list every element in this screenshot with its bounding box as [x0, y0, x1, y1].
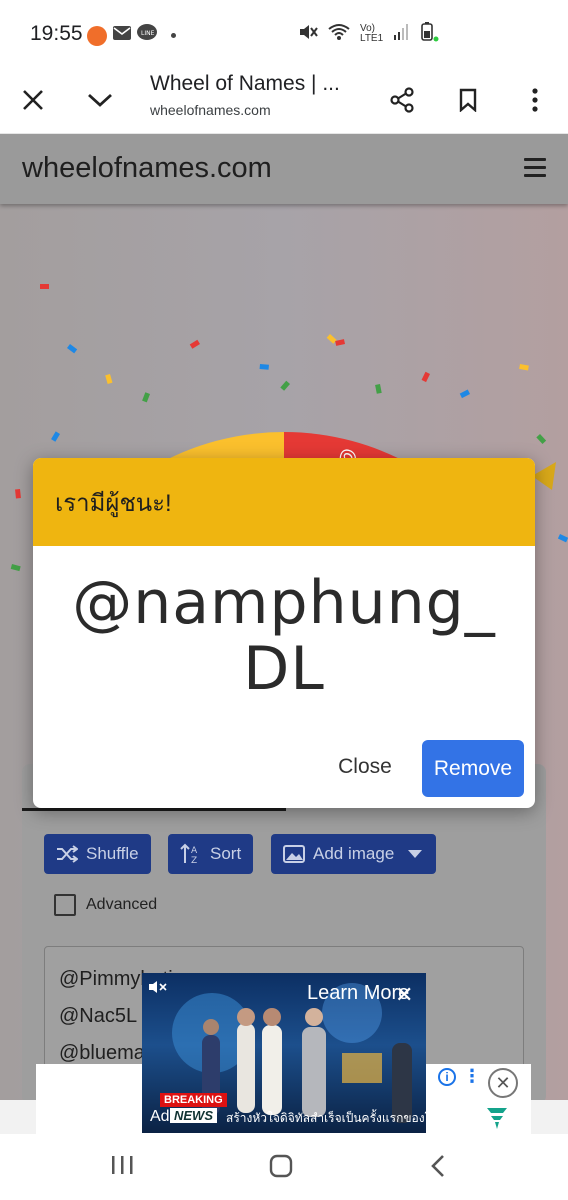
- dialog-title: เรามีผู้ชนะ!: [55, 489, 172, 517]
- wheel-pointer-icon: [532, 462, 556, 490]
- recent-apps-icon: [112, 1156, 133, 1174]
- confetti-piece: [421, 371, 430, 383]
- confetti-piece: [536, 433, 547, 444]
- share-icon: [390, 87, 414, 113]
- ad-close-button[interactable]: ✕: [488, 1068, 518, 1098]
- confetti-piece: [259, 364, 269, 370]
- confetti-piece: [105, 374, 113, 385]
- sort-icon: AZ: [180, 843, 198, 865]
- shuffle-label: Shuffle: [86, 844, 139, 863]
- close-icon: [23, 90, 43, 110]
- svg-text:A: A: [191, 846, 198, 856]
- confetti-piece: [66, 344, 78, 354]
- confetti-piece: [557, 534, 568, 543]
- ad-label: Ad: [150, 1108, 170, 1125]
- ad-ticker-text: สร้างหัวใจดิจิทัลสำเร็จเป็นครั้งแรกของโล…: [226, 1111, 446, 1125]
- wifi-icon: [328, 23, 350, 44]
- app-notification-icon: [87, 25, 107, 46]
- share-button[interactable]: [382, 80, 422, 120]
- confetti-piece: [375, 384, 382, 394]
- ad-options-icon[interactable]: ⋮: [463, 1066, 481, 1087]
- more-notifications-dot: [171, 33, 176, 38]
- svg-text:LINE: LINE: [141, 30, 155, 37]
- back-icon: [431, 1155, 444, 1177]
- remove-button[interactable]: Remove: [422, 740, 524, 797]
- confetti-piece: [189, 339, 200, 349]
- confetti-piece: [15, 489, 21, 499]
- confetti-piece: [459, 389, 470, 399]
- hamburger-menu-icon[interactable]: [524, 158, 546, 178]
- signal-icon: [394, 24, 410, 43]
- mail-icon: [113, 26, 131, 45]
- add-image-label: Add image: [313, 844, 395, 863]
- close-button[interactable]: Close: [325, 742, 405, 792]
- confetti-piece: [519, 364, 529, 371]
- confetti-piece: [142, 392, 150, 403]
- browser-toolbar: Wheel of Names | ... wheelofnames.com: [0, 66, 568, 134]
- ad-dismiss-icon[interactable]: ✕: [395, 982, 413, 1008]
- sort-button[interactable]: AZ Sort: [168, 834, 254, 874]
- mute-icon: [298, 23, 318, 44]
- confetti-piece: [280, 380, 290, 391]
- home-button[interactable]: [269, 1154, 293, 1183]
- sort-label: Sort: [210, 844, 242, 863]
- kebab-menu-icon: [532, 88, 538, 112]
- bookmark-icon: [459, 88, 477, 112]
- status-time: 19:55: [30, 22, 83, 45]
- site-name[interactable]: wheelofnames.com: [22, 152, 272, 185]
- close-tab-button[interactable]: [13, 80, 53, 120]
- confetti-piece: [335, 339, 346, 346]
- winner-name: @namphung_ DL: [33, 570, 535, 702]
- chevron-down-icon: [88, 93, 112, 107]
- bookmark-button[interactable]: [448, 80, 488, 120]
- advanced-label: Advanced: [86, 896, 158, 913]
- svg-text:Z: Z: [191, 856, 197, 865]
- back-button[interactable]: [430, 1154, 446, 1183]
- ad-info-icon[interactable]: i: [438, 1068, 456, 1086]
- page-url: wheelofnames.com: [150, 102, 271, 118]
- mute-icon[interactable]: [148, 980, 168, 999]
- add-image-button[interactable]: Add image: [271, 834, 436, 874]
- confetti-piece: [40, 284, 49, 289]
- battery-icon: [420, 22, 440, 45]
- learn-more-link[interactable]: Learn More: [307, 982, 409, 1005]
- winner-name-line: DL: [243, 634, 325, 704]
- recent-apps-button[interactable]: [110, 1154, 134, 1181]
- home-icon: [269, 1154, 293, 1178]
- more-options-button[interactable]: [515, 80, 555, 120]
- network-label: Vo) LTE1: [360, 22, 384, 44]
- notification-icons: LINE: [87, 24, 176, 47]
- winner-name-line: @namphung_: [72, 568, 496, 638]
- advanced-checkbox[interactable]: [54, 894, 76, 916]
- winner-dialog: เรามีผู้ชนะ! @namphung_ DL Close Remove: [33, 458, 535, 808]
- shuffle-icon: [57, 845, 78, 863]
- status-bar: 19:55 LINE Vo) LTE1: [0, 0, 568, 66]
- page-title: Wheel of Names | ...: [150, 72, 340, 95]
- line-app-icon: LINE: [137, 24, 157, 47]
- entries-tab-indicator: [22, 808, 286, 811]
- system-nav-bar: [0, 1134, 568, 1200]
- minimize-tab-button[interactable]: [80, 80, 120, 120]
- dialog-header: เรามีผู้ชนะ!: [33, 458, 535, 546]
- image-icon: [283, 845, 305, 863]
- caret-down-icon: [408, 850, 423, 858]
- confetti-piece: [326, 334, 337, 344]
- shuffle-button[interactable]: Shuffle: [44, 834, 151, 874]
- breaking-label: BREAKING: [160, 1093, 227, 1107]
- ad-brand-icon: [486, 1106, 508, 1135]
- site-header: wheelofnames.com: [0, 134, 568, 204]
- confetti-piece: [10, 564, 21, 572]
- news-label: NEWS: [170, 1108, 217, 1123]
- confetti-piece: [51, 431, 60, 442]
